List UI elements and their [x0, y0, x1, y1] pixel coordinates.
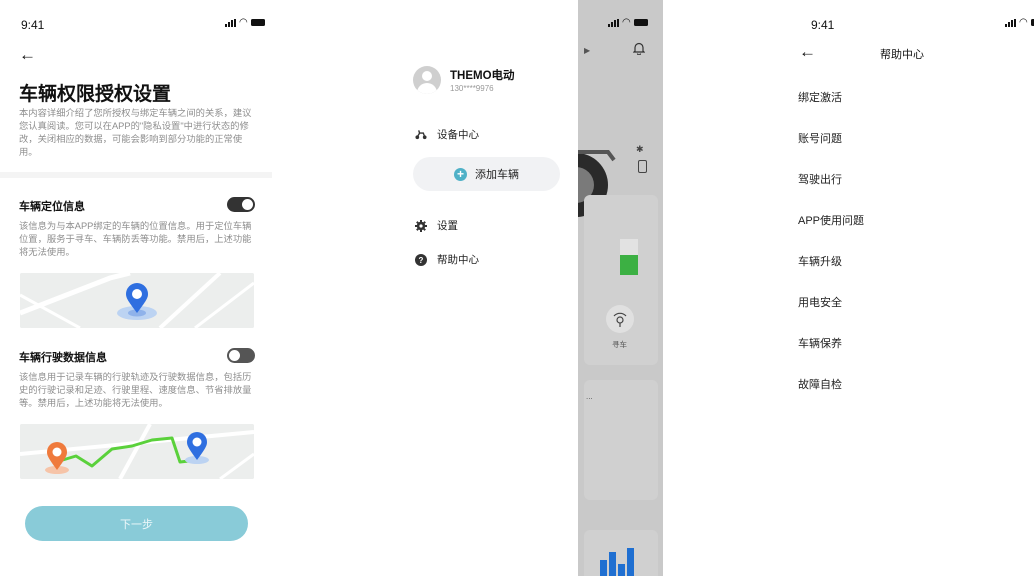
signal-icon: [1005, 18, 1016, 27]
background-card: 寻车: [584, 195, 658, 365]
vehicle-permission-screen: 9:41 ◠ ← 车辆权限授权设置 本内容详细介绍了您所授权与绑定车辆之间的关系…: [0, 0, 272, 576]
help-item-binding-activation[interactable]: 绑定激活›: [798, 89, 842, 105]
help-item-label: 车辆升级: [798, 256, 842, 268]
signal-icon: [225, 18, 236, 27]
side-drawer-screen: ◠ ▶ ✱ 寻车 ... THEMO电动 130****9976 设备中心 + …: [396, 0, 663, 576]
location-desc: 该信息为与本APP绑定的车辆的位置信息。用于定位车辆位置，服务于寻车、车辆防丢等…: [19, 221, 252, 257]
ellipsis-text: ...: [586, 392, 593, 401]
back-arrow-icon[interactable]: ←: [19, 45, 36, 65]
signal-icon: [608, 18, 619, 27]
background-chart-card: [584, 530, 658, 576]
help-item-electrical-safety[interactable]: 用电安全›: [798, 294, 842, 310]
section-divider: [0, 172, 272, 178]
status-bar: 9:41 ◠: [0, 0, 272, 40]
help-item-vehicle-upgrade[interactable]: 车辆升级›: [798, 253, 842, 269]
help-icon: ?: [415, 253, 427, 266]
help-center-screen: 9:41 ◠ ← 帮助中心 绑定激活› 账号问题› 驾驶出行› APP使用问题›…: [779, 0, 1034, 576]
driving-route-map-image: [20, 424, 254, 479]
help-item-label: 车辆保养: [798, 338, 842, 350]
user-name: THEMO电动: [450, 70, 515, 82]
help-item-maintenance[interactable]: 车辆保养›: [798, 335, 842, 351]
find-car-label: 寻车: [612, 340, 627, 349]
menu-item-settings[interactable]: 设置: [415, 218, 458, 233]
side-drawer: THEMO电动 130****9976 设备中心 + 添加车辆 设置 ? 帮助中…: [396, 0, 578, 576]
menu-item-device-center[interactable]: 设备中心: [415, 127, 479, 142]
wifi-icon: ◠: [239, 17, 248, 28]
wifi-icon: ◠: [622, 17, 631, 28]
scooter-icon: [415, 129, 427, 141]
help-item-label: 绑定激活: [798, 92, 842, 104]
menu-item-label: 帮助中心: [437, 254, 479, 266]
battery-level-icon: [638, 160, 647, 173]
menu-item-label: 设备中心: [437, 129, 479, 141]
menu-item-help-center[interactable]: ? 帮助中心: [415, 252, 479, 267]
system-icons: ◠: [608, 17, 648, 28]
menu-item-label: 设置: [437, 220, 458, 232]
dimmed-home-background[interactable]: ◠ ▶ ✱ 寻车 ...: [578, 0, 663, 576]
add-vehicle-button[interactable]: + 添加车辆: [413, 157, 560, 191]
page-title: 车辆权限授权设置: [19, 84, 172, 105]
intro-text: 本内容详细介绍了您所授权与绑定车辆之间的关系，建议您认真阅读。您可以在APP的"…: [19, 108, 252, 157]
status-bar: 9:41 ◠: [779, 0, 1034, 40]
help-item-label: 账号问题: [798, 133, 842, 145]
driving-data-desc: 该信息用于记录车辆的行驶轨迹及行驶数据信息，包括历史的行驶记录和足迹、行驶里程、…: [19, 372, 252, 408]
status-time: 9:41: [811, 18, 835, 32]
help-item-driving[interactable]: 驾驶出行›: [798, 171, 842, 187]
help-item-label: APP使用问题: [798, 215, 865, 227]
bell-icon[interactable]: [632, 42, 646, 60]
gear-icon: [415, 219, 427, 232]
location-title: 车辆定位信息: [19, 201, 85, 213]
driving-data-title: 车辆行驶数据信息: [19, 352, 107, 364]
help-item-app-usage[interactable]: APP使用问题›: [798, 212, 864, 228]
help-item-self-check[interactable]: 故障自检›: [798, 376, 842, 392]
svg-text:?: ?: [419, 256, 424, 265]
page-title: 帮助中心: [880, 49, 924, 61]
help-item-account[interactable]: 账号问题›: [798, 130, 842, 146]
wifi-icon: ◠: [1019, 17, 1028, 28]
help-item-label: 故障自检: [798, 379, 842, 391]
system-icons: ◠: [1005, 17, 1034, 28]
user-phone: 130****9976: [450, 84, 494, 93]
help-item-label: 用电安全: [798, 297, 842, 309]
driving-data-toggle[interactable]: [227, 348, 255, 363]
caret-right-icon: ▶: [584, 46, 591, 55]
battery-icon: [250, 19, 265, 26]
plus-icon: +: [454, 167, 467, 181]
background-map-card: ...: [584, 380, 658, 500]
status-time: 9:41: [21, 18, 45, 32]
add-vehicle-label: 添加车辆: [475, 169, 519, 181]
avatar[interactable]: [413, 66, 441, 94]
next-step-button[interactable]: 下一步: [25, 506, 248, 541]
battery-icon: [633, 19, 648, 26]
bar-chart-icon: [600, 548, 634, 576]
bluetooth-icon: ✱: [636, 144, 644, 154]
help-item-label: 驾驶出行: [798, 174, 842, 186]
location-map-image: [20, 273, 254, 328]
location-toggle[interactable]: [227, 197, 255, 212]
system-icons: ◠: [225, 17, 265, 28]
find-car-icon[interactable]: [606, 305, 634, 333]
